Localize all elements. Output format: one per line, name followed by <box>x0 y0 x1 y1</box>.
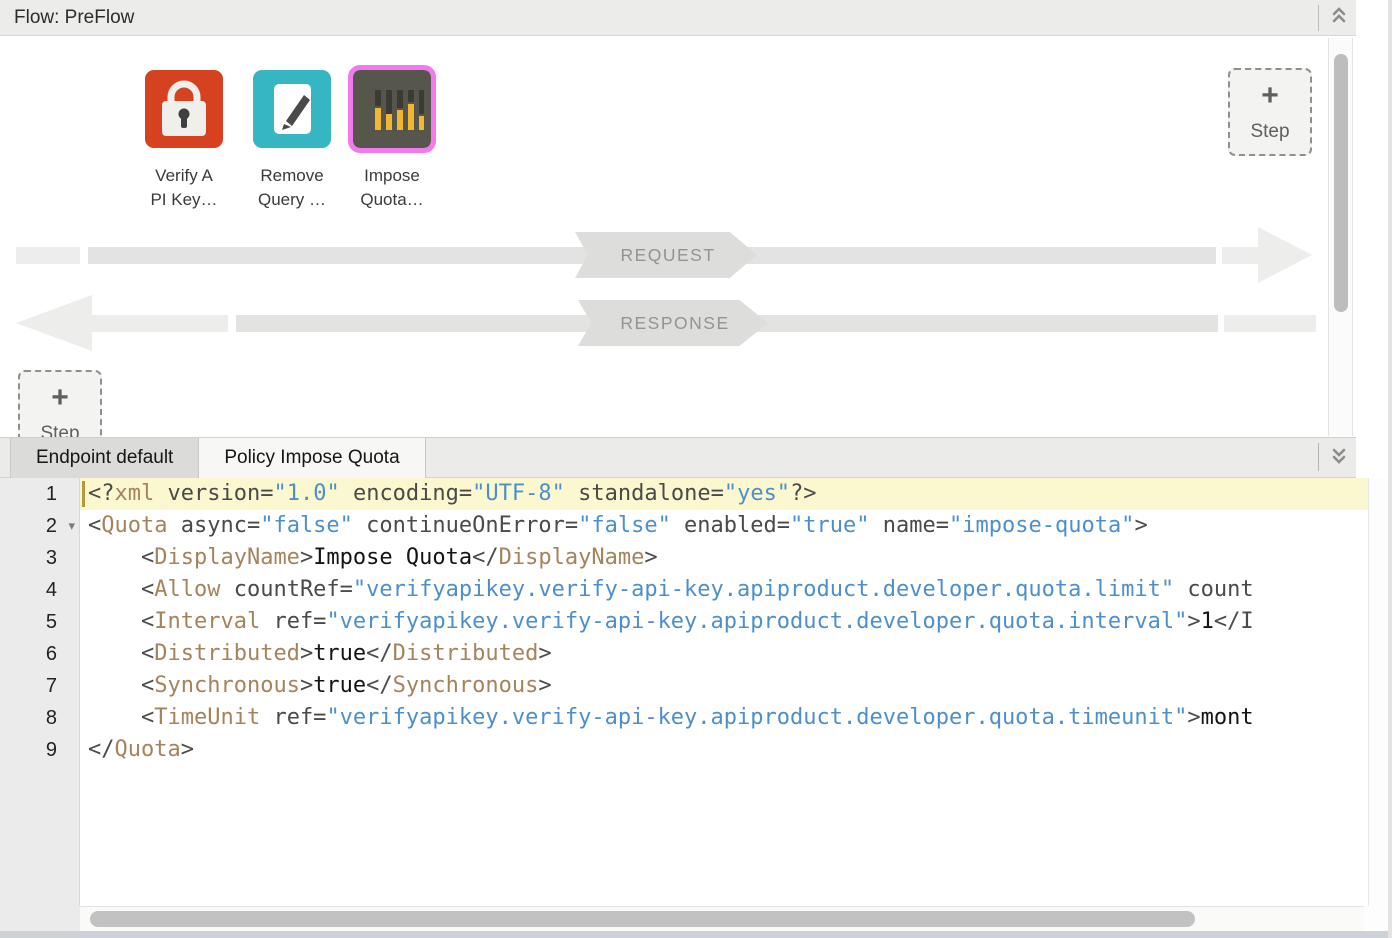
plus-icon: + <box>51 383 69 413</box>
response-flow-segment-left <box>88 315 228 332</box>
add-step-label: Step <box>1250 121 1289 143</box>
window-bottom-edge <box>0 931 1392 938</box>
flow-title: Flow: PreFlow <box>14 0 134 35</box>
step-label: RemoveQuery … <box>258 164 326 212</box>
line-number: 7 <box>0 670 79 702</box>
flow-vertical-scrollbar-thumb[interactable] <box>1334 54 1348 312</box>
request-banner: REQUEST <box>575 232 757 278</box>
code-line-2[interactable]: <Quota async="false" continueOnError="fa… <box>80 510 1368 542</box>
response-label: RESPONSE <box>616 313 729 334</box>
add-step-button-top[interactable]: + Step <box>1228 68 1312 156</box>
line-number: 6 <box>0 638 79 670</box>
chevrons-up-icon <box>1330 5 1348 30</box>
line-number: 2▾ <box>0 510 79 542</box>
chevrons-down-icon <box>1330 446 1348 471</box>
code-line-3[interactable]: <DisplayName>Impose Quota</DisplayName> <box>80 542 1368 574</box>
tab-endpoint-default[interactable]: Endpoint default <box>10 438 199 478</box>
request-flow-segment-left <box>16 247 80 264</box>
fold-toggle-icon[interactable]: ▾ <box>68 510 75 542</box>
code-editor: 12▾3456789 <?xml version="1.0" encoding=… <box>0 478 1392 938</box>
step-tile-verify-api-key[interactable]: Verify API Key… <box>132 70 236 212</box>
step-label: ImposeQuota… <box>360 164 423 212</box>
add-step-button-bottom[interactable]: + Step <box>18 370 102 437</box>
code-line-8[interactable]: <TimeUnit ref="verifyapikey.verify-api-k… <box>80 702 1368 734</box>
response-banner: RESPONSE <box>578 300 768 346</box>
text-caret <box>82 481 85 507</box>
line-number: 9 <box>0 734 79 766</box>
code-line-1[interactable]: <?xml version="1.0" encoding="UTF-8" sta… <box>80 478 1368 510</box>
code-line-4[interactable]: <Allow countRef="verifyapikey.verify-api… <box>80 574 1368 606</box>
plus-icon: + <box>1261 81 1279 111</box>
response-flow-segment-right <box>1224 315 1316 332</box>
line-number: 3 <box>0 542 79 574</box>
code-line-6[interactable]: <Distributed>true</Distributed> <box>80 638 1368 670</box>
flow-panel-collapse-button[interactable] <box>1324 0 1354 35</box>
step-tile-impose-quota[interactable]: ImposeQuota… <box>340 70 444 212</box>
line-number: 8 <box>0 702 79 734</box>
editor-panel-collapse-button[interactable] <box>1324 438 1354 478</box>
pencil-icon <box>253 70 331 148</box>
add-step-label: Step <box>40 423 79 437</box>
line-number-gutter: 12▾3456789 <box>0 478 80 906</box>
response-arrow-icon <box>16 295 92 351</box>
flow-panel-header: Flow: PreFlow <box>0 0 1356 36</box>
editor-tab-bar: Endpoint defaultPolicy Impose Quota <box>0 437 1356 478</box>
line-number: 1 <box>0 478 79 510</box>
request-label: REQUEST <box>616 245 715 266</box>
tab-policy-impose-quota[interactable]: Policy Impose Quota <box>199 438 425 478</box>
header-divider <box>1318 5 1319 31</box>
code-line-7[interactable]: <Synchronous>true</Synchronous> <box>80 670 1368 702</box>
code-pane[interactable]: <?xml version="1.0" encoding="UTF-8" sta… <box>80 478 1368 906</box>
horizontal-scrollbar-thumb[interactable] <box>90 911 1195 927</box>
lock-icon <box>145 70 223 148</box>
code-line-5[interactable]: <Interval ref="verifyapikey.verify-api-k… <box>80 606 1368 638</box>
line-number: 4 <box>0 574 79 606</box>
step-label: Verify API Key… <box>150 164 217 212</box>
horizontal-scrollbar[interactable] <box>80 906 1364 931</box>
code-line-9[interactable]: </Quota> <box>80 734 1368 766</box>
window-right-edge <box>1388 0 1392 938</box>
flow-vertical-scrollbar[interactable] <box>1328 38 1353 436</box>
tabbar-divider <box>1318 443 1319 471</box>
line-number: 5 <box>0 606 79 638</box>
step-tile-remove-query[interactable]: RemoveQuery … <box>240 70 344 212</box>
quota-bars-icon <box>353 70 431 148</box>
flow-canvas: Verify API Key… RemoveQuery … ImposeQuota…… <box>0 36 1392 437</box>
hscroll-gutter-corner <box>0 906 80 931</box>
flow-editor-window: Flow: PreFlow Verify API Key… RemoveQuery… <box>0 0 1392 938</box>
request-arrow-icon <box>1258 227 1312 283</box>
